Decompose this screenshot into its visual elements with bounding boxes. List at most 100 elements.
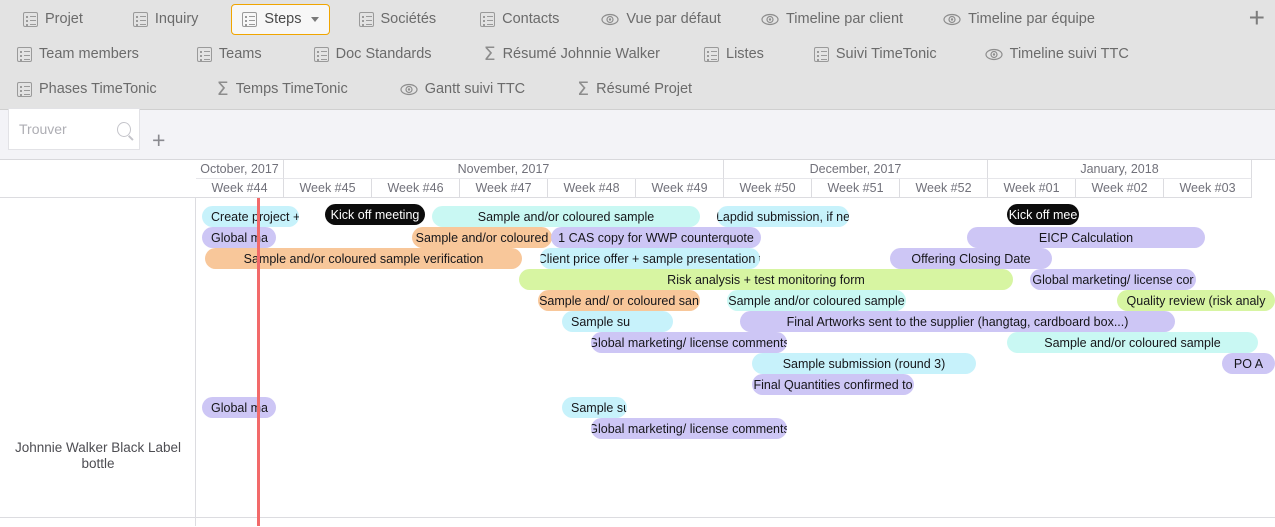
week-header-row: Week #44 Week #45 Week #46 Week #47 Week #48…	[196, 179, 1275, 198]
gantt-bar[interactable]: Kick off meeting	[325, 204, 425, 225]
eye-icon	[761, 13, 779, 26]
month-header-cell: October, 2017	[196, 160, 284, 179]
gantt-bar[interactable]: Sample and/or coloured sample	[1007, 332, 1258, 353]
nav-tab-label: Phases TimeTonic	[39, 81, 157, 98]
week-header-cell: Week #51	[812, 179, 900, 198]
timeline-grid: October, 2017 November, 2017 December, 201…	[196, 160, 1275, 526]
search-box[interactable]	[8, 108, 140, 150]
nav-tab-suivi-timetonic[interactable]: Suivi TimeTonic	[803, 39, 948, 70]
month-header-cell: November, 2017	[284, 160, 724, 179]
nav-tab-label: Doc Standards	[335, 46, 432, 63]
group-divider	[0, 517, 1275, 518]
nav-tab-temps-timetonic[interactable]: Σ Temps TimeTonic	[206, 74, 359, 105]
add-tab-button[interactable]: +	[1249, 4, 1265, 32]
week-header-cell: Week #48	[548, 179, 636, 198]
nav-tab-label: Timeline par client	[785, 11, 904, 28]
sigma-icon: Σ	[577, 78, 590, 100]
gantt-bar[interactable]: Lapdid submission, if ne	[717, 206, 849, 227]
gantt-bar[interactable]: 1 CAS copy for WWP counterquote	[551, 227, 761, 248]
nav-tab-teams[interactable]: Teams	[186, 39, 273, 70]
gantt-bar[interactable]: Sample and/or coloured sample	[727, 290, 906, 311]
search-input[interactable]	[17, 120, 117, 138]
nav-tab-projet[interactable]: Projet	[12, 4, 94, 35]
eye-icon	[400, 83, 418, 96]
list-icon	[17, 82, 32, 97]
gantt-bar[interactable]: Sample and/or coloured sample	[432, 206, 700, 227]
nav-tab-timeline-suivi-ttc[interactable]: Timeline suivi TTC	[974, 39, 1140, 70]
list-icon	[358, 12, 374, 27]
list-icon	[313, 47, 329, 62]
gantt-bar[interactable]: EICP Calculation	[967, 227, 1205, 248]
nav-tab-phases-timetonic[interactable]: Phases TimeTonic	[6, 74, 168, 105]
nav-tab-label: Suivi TimeTonic	[835, 46, 937, 63]
month-header-cell: January, 2018	[988, 160, 1252, 179]
gantt-bar[interactable]: Client price offer + sample presentation…	[540, 248, 760, 269]
gantt-bar[interactable]: Global marketing/ license comments	[591, 418, 787, 439]
gantt-bar[interactable]: Quality review (risk analy	[1117, 290, 1275, 311]
nav-tab-label: Vue par défaut	[626, 11, 721, 28]
gantt-bar[interactable]: Global ma	[202, 397, 276, 418]
nav-tab-gantt-suivi-ttc[interactable]: Gantt suivi TTC	[389, 74, 536, 105]
gantt-bar[interactable]: Risk analysis + test monitoring form	[519, 269, 1013, 290]
chevron-down-icon[interactable]	[310, 17, 319, 22]
list-icon	[196, 47, 212, 62]
nav-tab-label: Team members	[39, 46, 139, 63]
nav-tab-label: Gantt suivi TTC	[424, 81, 526, 98]
gantt-bar[interactable]: Create project +	[202, 206, 299, 227]
nav-tab-timeline-par-client[interactable]: Timeline par client	[750, 4, 914, 35]
list-icon	[17, 47, 32, 62]
nav-tab-inquiry[interactable]: Inquiry	[122, 4, 210, 35]
nav-tab-label: Contacts	[502, 11, 560, 28]
gantt-bar[interactable]: Sample submission (round 3)	[752, 353, 976, 374]
gantt-bar[interactable]: Global marketing/ license comments	[591, 332, 787, 353]
week-header-cell: Week #02	[1076, 179, 1164, 198]
gantt-bar[interactable]: Sample su	[562, 397, 627, 418]
list-icon	[23, 12, 38, 27]
timeline-header-corner	[0, 160, 196, 198]
add-record-button[interactable]: +	[152, 129, 165, 152]
nav-tab-r-sum-projet[interactable]: Σ Résumé Projet	[566, 74, 703, 105]
gantt-bar[interactable]: Offering Closing Date	[890, 248, 1052, 269]
toolbar: + Timeline par client Trier / Filtrer	[0, 108, 1275, 267]
nav-tab-vue-par-d-faut[interactable]: Vue par défaut	[590, 4, 732, 35]
gantt-bar[interactable]: Sample and/or coloured sample verificati…	[205, 248, 522, 269]
week-header-cell: Week #52	[900, 179, 988, 198]
month-header-cell: December, 2017	[724, 160, 988, 179]
gantt-bar[interactable]: PO A	[1222, 353, 1275, 374]
nav-tab-label: Steps	[264, 11, 302, 28]
nav-tab-label: Teams	[218, 46, 262, 63]
gantt-bar[interactable]: Kick off mee	[1007, 204, 1079, 225]
gantt-bar[interactable]: Global ma	[202, 227, 276, 248]
group-label-johnnie-walker: Johnnie Walker Black Label bottle	[14, 440, 182, 471]
nav-tab-steps[interactable]: Steps	[231, 4, 330, 35]
nav-row-1: Projet Inquiry Steps Sociétés Contacts Vue pa…	[12, 2, 1106, 37]
nav-tab-team-members[interactable]: Team members	[6, 39, 150, 70]
nav-tab-r-sum-johnnie-walker[interactable]: Σ Résumé Johnnie Walker	[473, 39, 671, 70]
nav-tab-label: Listes	[726, 46, 764, 63]
nav-tab-listes[interactable]: Listes	[693, 39, 775, 70]
week-header-cell: Week #44	[196, 179, 284, 198]
nav-row-2: Team members Teams Doc Standards Σ Résumé Jo…	[6, 37, 1140, 72]
nav-tab-soci-t-s[interactable]: Sociétés	[348, 4, 448, 35]
eye-icon	[943, 13, 961, 26]
nav-tab-contacts[interactable]: Contacts	[469, 4, 570, 35]
gantt-bar[interactable]: Sample and/ or coloured san	[538, 290, 700, 311]
nav-tab-doc-standards[interactable]: Doc Standards	[303, 39, 443, 70]
nav-tab-label: Résumé Projet	[596, 81, 693, 98]
list-icon	[704, 47, 719, 62]
gantt-bar[interactable]: Final Artworks sent to the supplier (han…	[740, 311, 1175, 332]
list-icon	[132, 12, 148, 27]
gantt-bar[interactable]: Global marketing/ license cor	[1030, 269, 1196, 290]
nav-tab-timeline-par-quipe[interactable]: Timeline par équipe	[932, 4, 1106, 35]
week-header-cell: Week #50	[724, 179, 812, 198]
month-header-row: October, 2017 November, 2017 December, 201…	[196, 160, 1275, 179]
nav-tab-label: Projet	[45, 11, 83, 28]
week-header-cell: Week #03	[1164, 179, 1252, 198]
week-header-cell: Week #01	[988, 179, 1076, 198]
week-header-cell: Week #49	[636, 179, 724, 198]
nav-tab-label: Sociétés	[380, 11, 437, 28]
gantt-bar[interactable]: Sample and/or coloured	[412, 227, 552, 248]
gantt-bar[interactable]: Sample su	[562, 311, 673, 332]
gantt-bar[interactable]: Final Quantities confirmed to	[752, 374, 914, 395]
sigma-icon: Σ	[216, 78, 229, 100]
